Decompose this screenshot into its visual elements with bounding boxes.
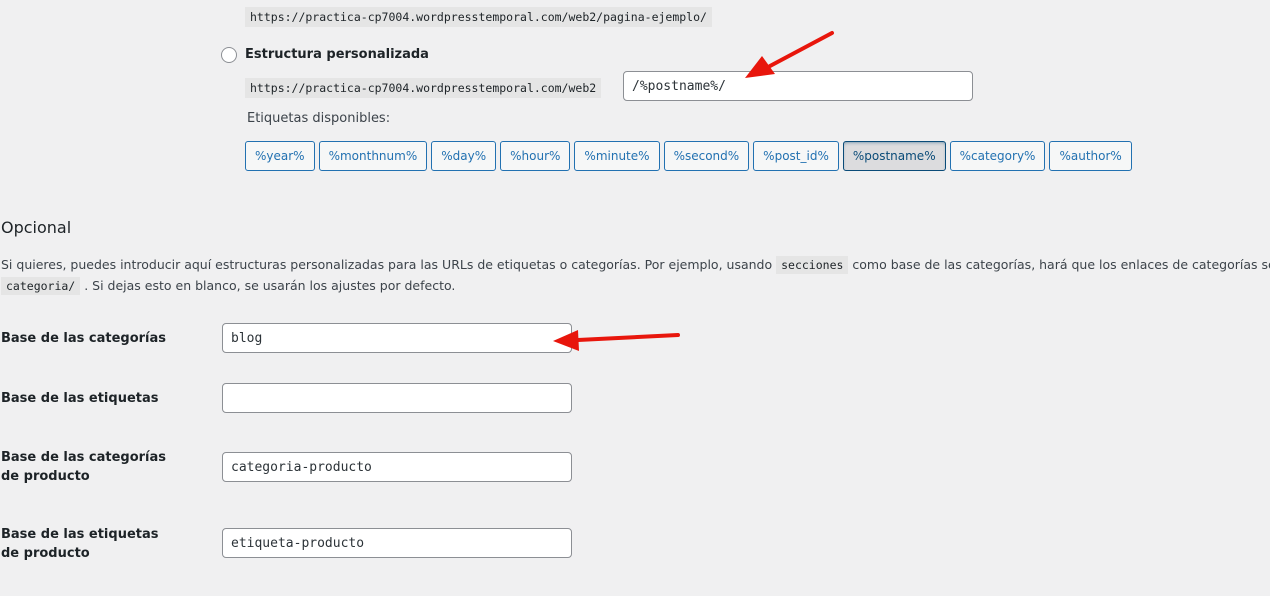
available-tags-label: Etiquetas disponibles: xyxy=(247,111,391,126)
tag-button-postname[interactable]: %postname% xyxy=(842,141,946,171)
optional-section-title: Opcional xyxy=(1,218,72,237)
tag-button-hour[interactable]: %hour% xyxy=(500,141,571,171)
tag-base-label: Base de las etiquetas xyxy=(1,391,159,406)
category-base-label: Base de las categorías xyxy=(1,331,167,346)
tag-button-post-id[interactable]: %post_id% xyxy=(753,141,839,171)
product-tag-base-input[interactable] xyxy=(222,528,572,558)
desc-text-2: como base de las categorías, hará que lo… xyxy=(852,257,1270,272)
product-tag-base-label: Base de las etiquetas de producto xyxy=(1,527,159,561)
tag-button-minute[interactable]: %minute% xyxy=(574,141,660,171)
tag-button-year[interactable]: %year% xyxy=(245,141,315,171)
tag-button-monthnum[interactable]: %monthnum% xyxy=(318,141,428,171)
tag-button-category[interactable]: %category% xyxy=(949,141,1046,171)
custom-structure-label: Estructura personalizada xyxy=(245,47,429,62)
tag-base-input[interactable] xyxy=(222,383,572,413)
tag-button-author[interactable]: %author% xyxy=(1049,141,1132,171)
desc-text-1: Si quieres, puedes introducir aquí estru… xyxy=(1,257,777,272)
desc-code-secciones: secciones xyxy=(776,256,849,274)
product-category-base-input[interactable] xyxy=(222,452,572,482)
tag-button-day[interactable]: %day% xyxy=(431,141,497,171)
example-url-code: https://practica-cp7004.wordpresstempora… xyxy=(245,7,712,27)
available-tags-list: %year% %monthnum% %day% %hour% %minute% %seco… xyxy=(245,141,1132,171)
base-url-code: https://practica-cp7004.wordpresstempora… xyxy=(245,78,602,98)
desc-text-3: . Si dejas esto en blanco, se usarán los… xyxy=(80,278,456,293)
tag-button-second[interactable]: %second% xyxy=(663,141,750,171)
custom-structure-input[interactable] xyxy=(623,71,973,101)
desc-code-categoria: categoria/ xyxy=(1,277,81,295)
product-category-base-label: Base de las categorías de producto xyxy=(1,450,167,484)
category-base-input[interactable] xyxy=(222,323,572,353)
custom-structure-radio[interactable] xyxy=(221,47,237,63)
optional-description: Si quieres, puedes introducir aquí estru… xyxy=(1,254,1270,296)
